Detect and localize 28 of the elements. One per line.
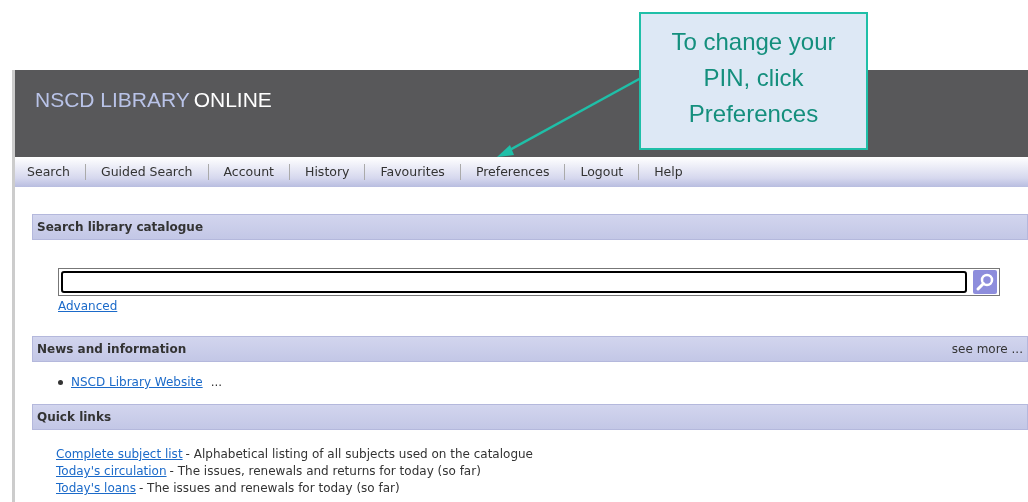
section-title: Quick links xyxy=(37,409,112,426)
search-button[interactable] xyxy=(973,270,997,294)
nav-link[interactable]: History xyxy=(290,164,366,180)
nav-link[interactable]: Help xyxy=(639,164,698,180)
link-description: - Alphabetical listing of all subjects used on the catalogue xyxy=(185,446,533,463)
quick-link[interactable]: Today's circulation xyxy=(56,463,167,480)
link-description: - The issues and renewals for today (so far) xyxy=(138,480,400,497)
nav-link[interactable]: Guided Search xyxy=(85,164,209,180)
news-link[interactable]: NSCD Library Website xyxy=(71,373,203,391)
nav-link[interactable]: Favourites xyxy=(365,164,461,180)
search-field[interactable] xyxy=(58,268,1000,296)
search-icon xyxy=(975,272,995,292)
advanced-link[interactable]: Advanced xyxy=(58,297,118,315)
link-description: - The issues, renewals and returns for today (so far) xyxy=(169,463,481,480)
section-title: News and information xyxy=(37,341,187,358)
bullet-icon xyxy=(58,379,63,385)
nav-link[interactable]: Search xyxy=(15,164,86,180)
site-title: NSCD LIBRARY xyxy=(35,88,190,111)
callout-text: To change your PIN, click Preferences xyxy=(639,12,868,150)
nav-link[interactable]: Account xyxy=(208,164,290,180)
section-title: Search library catalogue xyxy=(37,219,204,236)
nav-link[interactable]: Logout xyxy=(565,164,640,180)
site-title-suffix: ONLINE xyxy=(193,88,272,111)
quick-link[interactable]: Today's loans xyxy=(56,480,136,497)
quick-link[interactable]: Complete subject list xyxy=(56,446,183,463)
see-more-link[interactable]: see more ... xyxy=(951,340,1023,358)
nav-link[interactable]: Preferences xyxy=(460,164,566,180)
ellipsis-text: ... xyxy=(210,374,223,391)
